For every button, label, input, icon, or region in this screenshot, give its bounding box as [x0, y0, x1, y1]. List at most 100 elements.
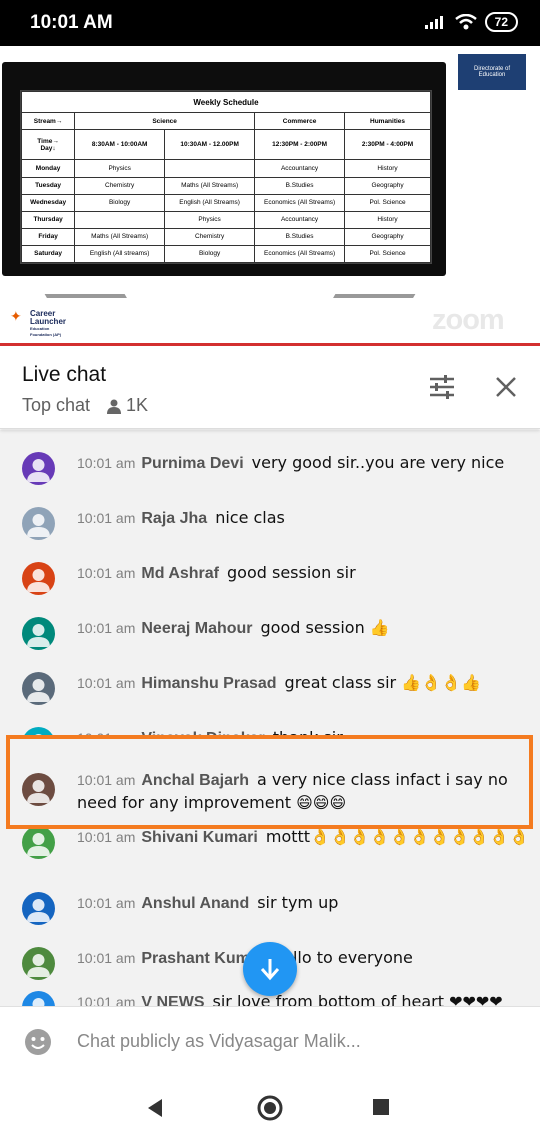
avatar	[22, 452, 55, 485]
schedule-row-thursday: Thursday Physics Accountancy History	[20, 210, 431, 229]
subject-cell: Pol. Science	[344, 244, 431, 264]
day-cell: Thursday	[20, 210, 76, 229]
close-icon	[496, 377, 516, 397]
filter-button[interactable]	[426, 371, 458, 403]
chat-title: Live chat	[22, 363, 107, 386]
chat-input-bar[interactable]: Chat publicly as Vidyasagar Malik...	[0, 1006, 540, 1076]
chat-message[interactable]: 10:01 am Neeraj Mahour good session 👍	[0, 617, 540, 650]
subject-cell: History	[344, 159, 431, 178]
message-time: 10:01 am	[77, 994, 136, 1006]
subject-cell: Accountancy	[254, 159, 346, 178]
chat-message[interactable]: 10:01 am Md Ashraf good session sir	[0, 562, 540, 595]
slot-2: 10:30AM - 12.00PM	[164, 129, 256, 161]
career-launcher-sub: Education Foundation (AP)	[30, 326, 62, 337]
scroll-to-bottom-button[interactable]	[243, 942, 297, 996]
avatar	[22, 562, 55, 595]
emoji-icon[interactable]	[24, 1028, 52, 1056]
subject-cell: English (All Streams)	[164, 193, 256, 212]
subject-cell: Maths (All Streams)	[74, 227, 166, 246]
chat-mode-selector[interactable]: Top chat 1K	[22, 395, 148, 416]
avatar	[22, 617, 55, 650]
chat-message[interactable]: 10:01 am Purnima Devi very good sir..you a…	[0, 452, 540, 485]
back-icon[interactable]	[146, 1098, 164, 1118]
stream-label: Stream→	[20, 112, 76, 131]
stream-science: Science	[74, 112, 256, 131]
system-nav-bar	[0, 1076, 540, 1140]
message-time: 10:01 am	[77, 895, 136, 911]
chat-mode-label: Top chat	[22, 395, 91, 415]
time-label: Time→	[37, 137, 59, 145]
tv-frame: Weekly Schedule Stream→ Science Commerce…	[2, 62, 446, 276]
subject-cell: Geography	[344, 227, 431, 246]
avatar	[22, 991, 55, 1006]
message-text: sir love from bottom of heart ❤❤❤❤	[212, 992, 503, 1006]
subject-cell: Biology	[74, 193, 166, 212]
slot-4: 2:30PM - 4:00PM	[344, 129, 431, 161]
message-author: Himanshu Prasad	[141, 675, 277, 692]
subject-cell: B.Studies	[254, 227, 346, 246]
message-text: good session 👍	[260, 618, 390, 637]
subject-cell: Pol. Science	[344, 193, 431, 212]
subject-cell: Chemistry	[164, 227, 256, 246]
subject-cell: Chemistry	[74, 176, 166, 195]
chat-message[interactable]: 10:01 am Raja Jha nice clas	[0, 507, 540, 540]
recents-icon[interactable]	[373, 1099, 389, 1115]
status-icons: 72	[424, 12, 518, 32]
day-cell: Monday	[20, 159, 76, 178]
chat-message[interactable]: 10:01 am Himanshu Prasad great class sir 👍…	[0, 672, 540, 705]
subject-cell: English (All streams)	[74, 244, 166, 264]
chat-header: Live chat Top chat 1K	[0, 349, 540, 429]
stream-humanities: Humanities	[344, 112, 431, 131]
avatar	[22, 892, 55, 925]
arrow-down-icon	[260, 959, 280, 981]
message-author: Shivani Kumari	[141, 829, 258, 846]
avatar	[22, 773, 55, 806]
message-time: 10:01 am	[77, 675, 136, 691]
schedule-row-saturday: Saturday English (All streams) Biology Econ…	[20, 244, 431, 264]
tv-stand-right	[333, 274, 427, 298]
viewer-count: 1K	[106, 395, 148, 416]
day-label: Day↓	[40, 144, 56, 152]
day-cell: Saturday	[20, 244, 76, 264]
schedule-screen: Weekly Schedule Stream→ Science Commerce…	[20, 90, 432, 264]
schedule-row-tuesday: Tuesday Chemistry Maths (All Streams) B.Stu…	[20, 176, 431, 195]
slot-1: 8:30AM - 10:00AM	[74, 129, 166, 161]
schedule-row-friday: Friday Maths (All Streams) Chemistry B.Stud…	[20, 227, 431, 246]
chat-message-list[interactable]: 10:01 am Purnima Devi very good sir..you a…	[0, 430, 540, 1006]
subject-cell	[74, 210, 166, 229]
message-text: nice clas	[215, 508, 285, 527]
message-author: V NEWS	[141, 994, 205, 1006]
time-day-label: Time→ Day↓	[20, 129, 76, 161]
message-author: Anchal Bajarh	[141, 772, 249, 789]
career-launcher-name: Career Launcher	[30, 309, 67, 326]
subject-cell: History	[344, 210, 431, 229]
zoom-watermark: zoom	[432, 304, 505, 336]
avatar	[22, 672, 55, 705]
subject-cell: Accountancy	[254, 210, 346, 229]
message-text: very good sir..you are very nice	[251, 453, 505, 472]
career-launcher-mark-icon: ✦	[10, 308, 22, 324]
wifi-icon	[454, 14, 477, 30]
subject-cell: B.Studies	[254, 176, 346, 195]
tune-icon	[430, 375, 454, 399]
highlighted-message[interactable]: 10:01 am Anchal Bajarh a very nice class i…	[6, 735, 533, 829]
tv-stand-left	[33, 274, 127, 298]
schedule-table: Weekly Schedule Stream→ Science Commerce…	[20, 90, 431, 264]
message-text: mottt👌👌👌👌👌👌👌👌👌👌👌	[265, 827, 530, 846]
chat-message[interactable]: 10:01 am Anchal Bajarh a very nice class i…	[0, 769, 520, 815]
subject-cell: Geography	[344, 176, 431, 195]
message-time: 10:01 am	[77, 950, 136, 966]
message-author: Neeraj Mahour	[141, 620, 253, 637]
chat-message[interactable]: 10:01 am Anshul Anand sir tym up	[0, 892, 540, 925]
video-player[interactable]: Weekly Schedule Stream→ Science Commerce…	[0, 46, 540, 346]
close-button[interactable]	[490, 371, 522, 403]
chat-message[interactable]: 10:01 am Shivani Kumari mottt👌👌👌👌👌👌👌👌👌👌👌	[0, 826, 540, 859]
home-icon[interactable]	[257, 1095, 283, 1121]
signal-icon	[424, 16, 443, 29]
subject-cell: Maths (All Streams)	[164, 176, 256, 195]
chat-input[interactable]: Chat publicly as Vidyasagar Malik...	[77, 1031, 361, 1052]
schedule-title: Weekly Schedule	[21, 90, 431, 114]
day-cell: Friday	[20, 227, 76, 246]
message-time: 10:01 am	[77, 565, 136, 581]
viewer-count-value: 1K	[126, 395, 149, 415]
